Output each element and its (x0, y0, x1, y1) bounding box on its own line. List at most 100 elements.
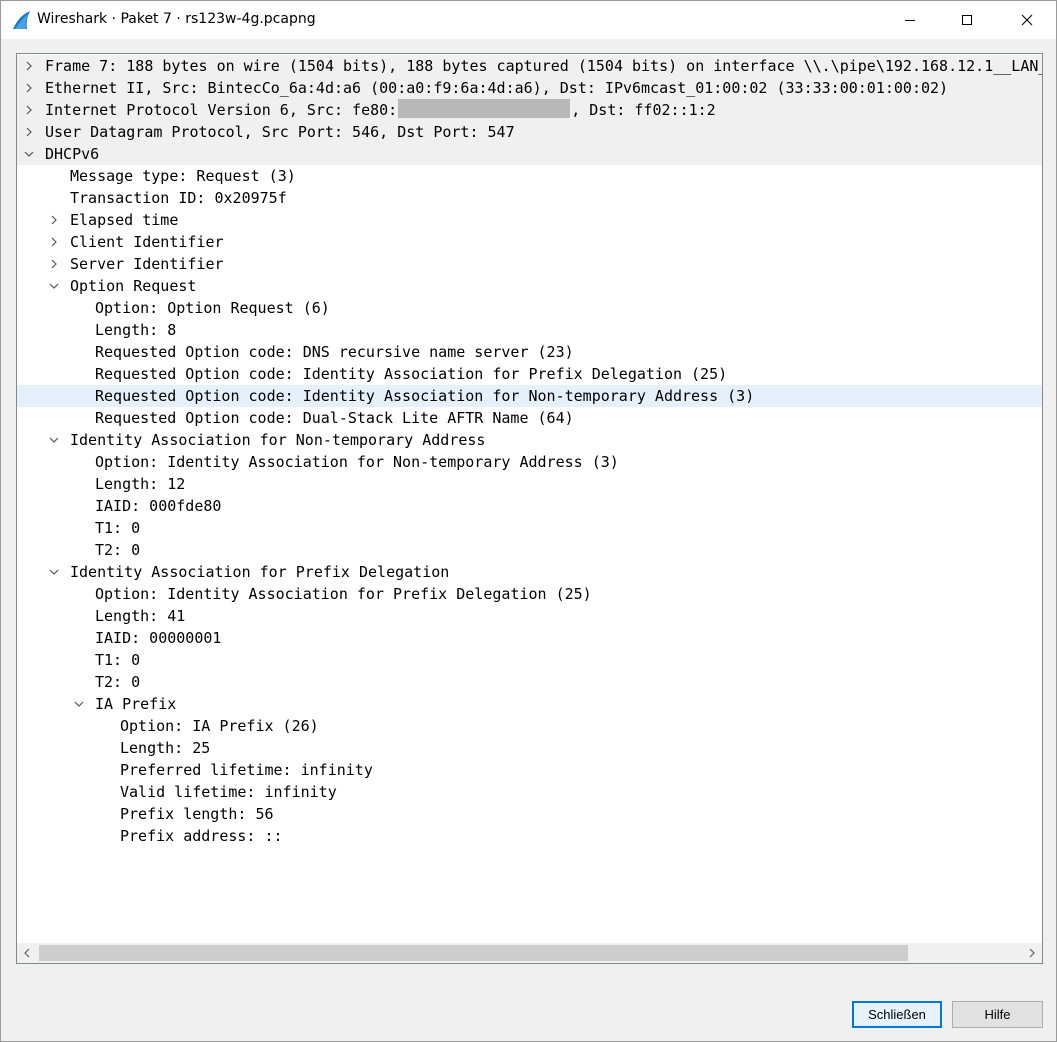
expand-toggle[interactable] (46, 253, 62, 275)
collapse-toggle[interactable] (46, 429, 62, 451)
arrow-left-icon (24, 948, 30, 958)
tree-row[interactable]: Server Identifier (17, 253, 1042, 275)
tree-row[interactable]: T1: 0 (17, 649, 1042, 671)
tree-row[interactable]: Length: 8 (17, 319, 1042, 341)
tree-row[interactable]: Option: Option Request (6) (17, 297, 1042, 319)
expand-toggle[interactable] (46, 231, 62, 253)
tree-row[interactable]: Frame 7: 188 bytes on wire (1504 bits), … (17, 55, 1042, 77)
tree-row[interactable]: Option Request (17, 275, 1042, 297)
tree-row[interactable]: Elapsed time (17, 209, 1042, 231)
tree-row-label: Requested Option code: DNS recursive nam… (95, 343, 574, 361)
title-bar[interactable]: Wireshark · Paket 7 · rs123w-4g.pcapng (1, 1, 1056, 39)
tree-row[interactable]: Transaction ID: 0x20975f (17, 187, 1042, 209)
chevron-right-icon (26, 127, 32, 137)
wireshark-fin-icon (11, 9, 33, 31)
close-window-button[interactable] (1004, 1, 1050, 39)
tree-row-label: Transaction ID: 0x20975f (70, 189, 287, 207)
chevron-right-icon (51, 259, 57, 269)
minimize-button[interactable] (887, 1, 933, 39)
close-button[interactable]: Schließen (852, 1001, 942, 1028)
tree-row-label: Valid lifetime: infinity (120, 783, 337, 801)
tree-row-label: Length: 41 (95, 607, 186, 625)
tree-row[interactable]: Prefix length: 56 (17, 803, 1042, 825)
tree-row-label: Prefix length: 56 (120, 805, 274, 823)
tree-row-label: T1: 0 (95, 651, 141, 669)
chevron-right-icon (26, 105, 32, 115)
tree-row[interactable]: User Datagram Protocol, Src Port: 546, D… (17, 121, 1042, 143)
scrollbar-thumb[interactable] (39, 945, 908, 961)
chevron-right-icon (26, 83, 32, 93)
tree-row[interactable]: Valid lifetime: infinity (17, 781, 1042, 803)
tree-row-label: Identity Association for Non-temporary A… (70, 431, 486, 449)
tree-row[interactable]: Option: IA Prefix (26) (17, 715, 1042, 737)
expand-toggle[interactable] (21, 77, 37, 99)
tree-row-label: T2: 0 (95, 541, 141, 559)
scroll-left-button[interactable] (17, 943, 37, 963)
tree-row[interactable]: Internet Protocol Version 6, Src: fe80:,… (17, 99, 1042, 121)
tree-row[interactable]: DHCPv6 (17, 143, 1042, 165)
chevron-down-icon (49, 437, 59, 443)
collapse-toggle[interactable] (46, 561, 62, 583)
tree-row-label: IA Prefix (95, 695, 177, 713)
tree-row[interactable]: Client Identifier (17, 231, 1042, 253)
expand-toggle[interactable] (21, 121, 37, 143)
tree-row-label: Identity Association for Prefix Delegati… (70, 563, 450, 581)
tree-row-label: Option: Identity Association for Non-tem… (95, 453, 619, 471)
tree-row[interactable]: Option: Identity Association for Prefix … (17, 583, 1042, 605)
tree-row[interactable]: IAID: 00000001 (17, 627, 1042, 649)
tree-row[interactable]: Requested Option code: DNS recursive nam… (17, 341, 1042, 363)
tree-row-label: Length: 12 (95, 475, 186, 493)
tree-row-label: Requested Option code: Dual-Stack Lite A… (95, 409, 574, 427)
horizontal-scrollbar[interactable] (17, 943, 1042, 963)
help-button[interactable]: Hilfe (952, 1001, 1043, 1028)
tree-row[interactable]: T1: 0 (17, 517, 1042, 539)
arrow-right-icon (1029, 948, 1035, 958)
tree-row-label: Frame 7: 188 bytes on wire (1504 bits), … (45, 57, 1042, 75)
scroll-right-button[interactable] (1022, 943, 1042, 963)
tree-row[interactable]: Option: Identity Association for Non-tem… (17, 451, 1042, 473)
tree-row-label: Length: 25 (120, 739, 211, 757)
tree-row[interactable]: Preferred lifetime: infinity (17, 759, 1042, 781)
minimize-icon (905, 20, 915, 21)
tree-row-label: Message type: Request (3) (70, 167, 296, 185)
tree-row-label: Prefix address: :: (120, 827, 283, 845)
expand-toggle[interactable] (46, 209, 62, 231)
maximize-button[interactable] (944, 1, 990, 39)
chevron-right-icon (51, 215, 57, 225)
chevron-down-icon (74, 701, 84, 707)
expand-toggle[interactable] (21, 55, 37, 77)
collapse-toggle[interactable] (71, 693, 87, 715)
chevron-down-icon (24, 151, 34, 157)
tree-row-label: User Datagram Protocol, Src Port: 546, D… (45, 123, 515, 141)
tree-row[interactable]: T2: 0 (17, 539, 1042, 561)
tree-row-label: Requested Option code: Identity Associat… (95, 387, 755, 405)
tree-row-label: Server Identifier (70, 255, 224, 273)
window-title: Wireshark · Paket 7 · rs123w-4g.pcapng (37, 11, 316, 27)
collapse-toggle[interactable] (46, 275, 62, 297)
tree-row[interactable]: Length: 12 (17, 473, 1042, 495)
tree-row[interactable]: Prefix address: :: (17, 825, 1042, 847)
tree-row-label: Option Request (70, 277, 197, 295)
tree-row[interactable]: Length: 41 (17, 605, 1042, 627)
tree-row[interactable]: Ethernet II, Src: BintecCo_6a:4d:a6 (00:… (17, 77, 1042, 99)
tree-row[interactable]: IA Prefix (17, 693, 1042, 715)
tree-row[interactable]: Identity Association for Prefix Delegati… (17, 561, 1042, 583)
tree-row[interactable]: Length: 25 (17, 737, 1042, 759)
tree-row-label: Requested Option code: Identity Associat… (95, 365, 728, 383)
tree-row-label: Client Identifier (70, 233, 224, 251)
packet-detail-tree[interactable]: Frame 7: 188 bytes on wire (1504 bits), … (16, 53, 1043, 964)
tree-row-label: Ethernet II, Src: BintecCo_6a:4d:a6 (00:… (45, 79, 949, 97)
tree-row[interactable]: Requested Option code: Identity Associat… (17, 385, 1042, 407)
tree-row[interactable]: Identity Association for Non-temporary A… (17, 429, 1042, 451)
tree-row[interactable]: T2: 0 (17, 671, 1042, 693)
tree-rows: Frame 7: 188 bytes on wire (1504 bits), … (17, 55, 1042, 847)
tree-row-text-before: Internet Protocol Version 6, Src: fe80: (45, 101, 398, 119)
tree-row-label: Preferred lifetime: infinity (120, 761, 373, 779)
collapse-toggle[interactable] (21, 143, 37, 165)
tree-row[interactable]: Requested Option code: Identity Associat… (17, 363, 1042, 385)
tree-row[interactable]: IAID: 000fde80 (17, 495, 1042, 517)
tree-row[interactable]: Requested Option code: Dual-Stack Lite A… (17, 407, 1042, 429)
tree-row[interactable]: Message type: Request (3) (17, 165, 1042, 187)
redacted-address (398, 99, 571, 118)
expand-toggle[interactable] (21, 99, 37, 121)
